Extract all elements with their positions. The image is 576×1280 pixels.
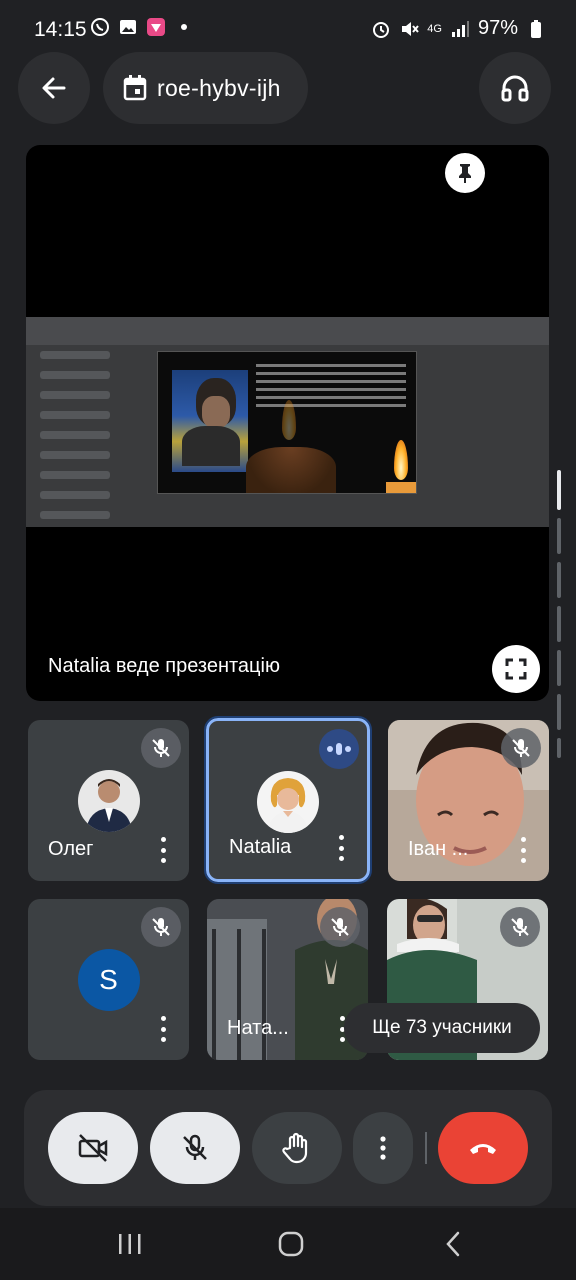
headphones-icon bbox=[501, 75, 529, 102]
participant-tile-speaking[interactable]: Natalia bbox=[204, 716, 372, 884]
presenter-label: Natalia веде презентацію bbox=[48, 655, 280, 677]
participant-tile[interactable]: S bbox=[28, 899, 189, 1060]
system-nav-bar bbox=[0, 1208, 576, 1280]
raise-hand-icon bbox=[282, 1132, 308, 1164]
battery-percent: 97% bbox=[477, 17, 518, 39]
back-button[interactable] bbox=[18, 52, 90, 124]
controls-divider bbox=[425, 1132, 427, 1164]
more-participants-chip[interactable]: Ще 73 учасники bbox=[344, 1003, 540, 1053]
chevron-left-icon bbox=[446, 1231, 460, 1257]
pin-icon bbox=[459, 164, 471, 183]
more-options-icon[interactable] bbox=[521, 837, 527, 863]
avatar bbox=[257, 771, 319, 833]
participant-tile-video[interactable]: Ната... bbox=[207, 899, 368, 1060]
battery-icon bbox=[531, 19, 541, 38]
meeting-info-chip[interactable]: roe-hybv-ijh bbox=[103, 52, 308, 124]
dot-icon bbox=[181, 24, 187, 30]
recent-apps-button[interactable] bbox=[110, 1228, 150, 1260]
calendar-icon bbox=[123, 75, 147, 101]
app-icon bbox=[147, 18, 165, 36]
network-type: 4G bbox=[427, 22, 442, 35]
participant-tile-video[interactable]: Іван ... bbox=[388, 720, 549, 881]
avatar-letter: S bbox=[77, 949, 140, 1011]
fullscreen-icon bbox=[505, 658, 527, 680]
end-call-button[interactable] bbox=[438, 1112, 528, 1184]
mic-toggle-button[interactable] bbox=[150, 1112, 240, 1184]
home-icon bbox=[278, 1231, 304, 1257]
mic-off-icon bbox=[511, 918, 529, 936]
participant-tile[interactable]: Олег bbox=[28, 720, 189, 881]
more-options-icon[interactable] bbox=[161, 837, 167, 863]
recents-icon bbox=[119, 1234, 141, 1254]
call-controls bbox=[24, 1090, 552, 1206]
alarm-icon bbox=[373, 21, 390, 38]
shared-screen bbox=[26, 317, 549, 527]
presentation-view[interactable]: Natalia веде презентацію bbox=[26, 145, 549, 701]
more-options-icon[interactable] bbox=[161, 1016, 167, 1042]
mic-off-icon bbox=[183, 1134, 207, 1160]
meeting-code: roe-hybv-ijh bbox=[157, 74, 281, 101]
candle-image bbox=[246, 447, 336, 493]
mic-off-icon bbox=[331, 918, 349, 936]
fullscreen-button[interactable] bbox=[492, 645, 540, 693]
audio-output-button[interactable] bbox=[479, 52, 551, 124]
small-candle bbox=[386, 482, 416, 493]
mic-muted-badge bbox=[320, 907, 360, 947]
mic-off-icon bbox=[152, 918, 170, 936]
mic-muted-badge bbox=[141, 907, 181, 947]
more-vert-icon bbox=[380, 1136, 386, 1160]
mic-muted-badge bbox=[500, 907, 540, 947]
camera-toggle-button[interactable] bbox=[48, 1112, 138, 1184]
drive-toolbar bbox=[26, 317, 549, 345]
participant-name: Ната... bbox=[227, 1017, 289, 1039]
participant-name: Іван ... bbox=[408, 838, 469, 860]
home-button[interactable] bbox=[271, 1228, 311, 1260]
back-nav-button[interactable] bbox=[433, 1228, 473, 1260]
status-icons-right: 4G 97% bbox=[371, 17, 546, 40]
status-time: 14:15 bbox=[34, 18, 87, 41]
flame-icon bbox=[394, 440, 408, 480]
mic-off-icon bbox=[512, 739, 530, 757]
avatar bbox=[77, 770, 140, 832]
drive-sidebar bbox=[40, 351, 130, 521]
memorial-slide bbox=[157, 351, 417, 494]
gallery-icon bbox=[120, 20, 136, 34]
participant-name: Natalia bbox=[229, 836, 292, 858]
camera-off-icon bbox=[78, 1134, 108, 1162]
mute-icon bbox=[402, 21, 420, 36]
status-icons-left bbox=[90, 17, 194, 37]
raise-hand-button[interactable] bbox=[252, 1112, 342, 1184]
speaking-indicator bbox=[319, 729, 359, 769]
scroll-indicator[interactable] bbox=[556, 470, 562, 780]
arrow-back-icon bbox=[42, 77, 66, 99]
more-options-button[interactable] bbox=[353, 1112, 413, 1184]
viber-icon bbox=[91, 18, 109, 36]
portrait-image bbox=[172, 370, 248, 472]
mic-muted-badge bbox=[501, 728, 541, 768]
slide-text-block bbox=[256, 364, 406, 414]
mic-muted-badge bbox=[141, 728, 181, 768]
pin-button[interactable] bbox=[445, 153, 485, 193]
end-call-icon bbox=[470, 1144, 496, 1154]
mic-off-icon bbox=[152, 739, 170, 757]
more-options-icon[interactable] bbox=[339, 835, 345, 861]
participant-name: Олег bbox=[48, 838, 94, 860]
signal-icon bbox=[451, 20, 469, 37]
status-bar: 14:15 4G 97% bbox=[0, 0, 576, 60]
